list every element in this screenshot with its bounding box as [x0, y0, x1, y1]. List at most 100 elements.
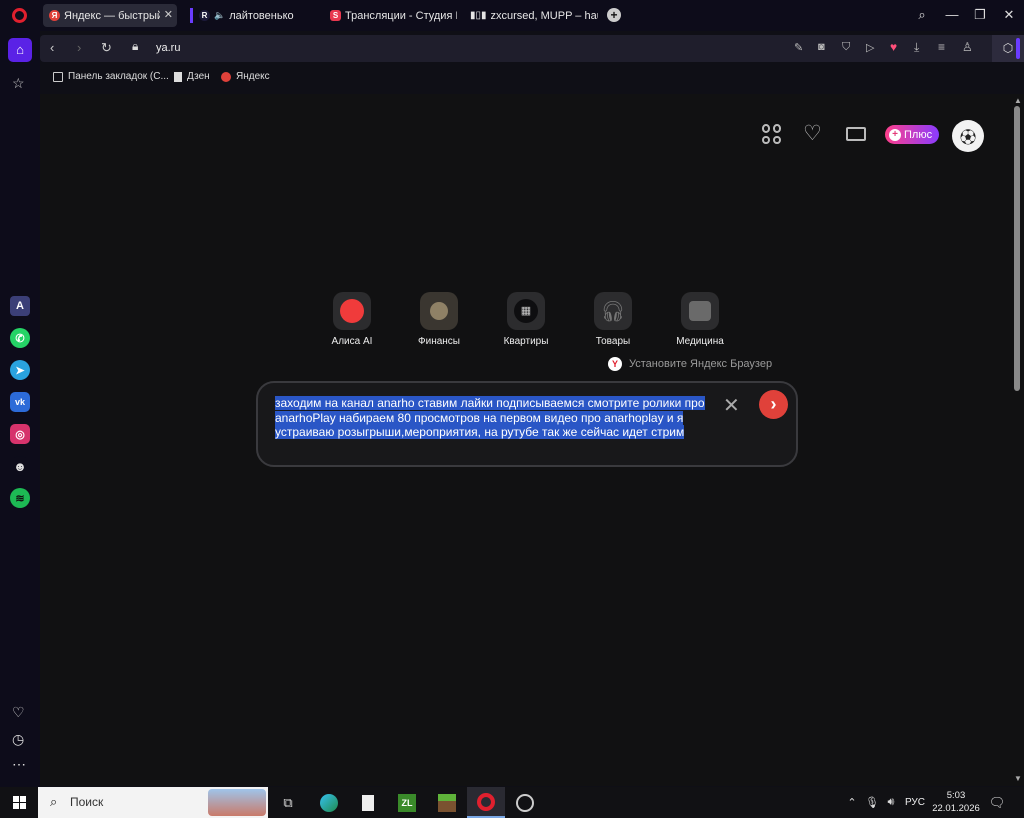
search-tabs-icon[interactable]: ⌕	[912, 6, 932, 24]
restore-icon[interactable]: ❐	[970, 6, 990, 24]
page-icon	[174, 71, 182, 82]
instagram-icon[interactable]: ◎	[10, 424, 30, 444]
tab-title: zxcursed, MUPP – hau	[490, 9, 598, 22]
favorites-icon[interactable]: ♡	[12, 704, 25, 721]
lock-icon[interactable]: 🔒︎	[132, 39, 138, 54]
plus-button[interactable]: + Плюс	[885, 125, 939, 144]
close-icon[interactable]: ✕	[164, 8, 173, 21]
notifications-icon[interactable]: 🗨︎	[988, 791, 1006, 814]
discord-icon[interactable]: ☻	[10, 456, 30, 476]
play-icon[interactable]: ▷	[866, 41, 874, 54]
clear-icon[interactable]: ✕	[723, 393, 740, 418]
search-input[interactable]: заходим на канал anarho ставим лайки под…	[275, 396, 705, 440]
history-icon[interactable]: ◷	[12, 731, 24, 748]
favorites-heart-icon[interactable]: ♡	[803, 121, 822, 146]
service-finance[interactable]: Финансы	[404, 292, 474, 347]
install-browser-link[interactable]: Y Установите Яндекс Браузер	[608, 357, 772, 371]
new-tab-button[interactable]: +	[607, 8, 621, 22]
yandex-icon	[221, 71, 231, 82]
mail-icon[interactable]	[846, 127, 866, 141]
shield-icon[interactable]: ⛉	[842, 41, 850, 54]
chevron-up-icon[interactable]: ⌃	[845, 791, 859, 814]
bookmark-panel[interactable]: Панель закладок (С...	[53, 71, 169, 82]
service-alisa[interactable]: Алиса AI	[317, 292, 387, 347]
telegram-icon[interactable]: ➤	[10, 360, 30, 380]
building-icon: ▦	[507, 292, 545, 330]
url-field[interactable]: ya.ru	[156, 42, 180, 54]
back-icon[interactable]: ‹	[50, 40, 54, 55]
taskbar-search-placeholder: Поиск	[70, 795, 104, 809]
finance-icon	[420, 292, 458, 330]
vk-icon[interactable]: vk	[10, 392, 30, 412]
minimize-icon[interactable]: —	[942, 6, 962, 24]
task-view-icon[interactable]: ⧉	[278, 791, 298, 814]
zl-launcher-icon[interactable]: ZL	[396, 791, 418, 814]
heart-icon[interactable]: ♥	[890, 40, 897, 54]
tab-studio-rutube[interactable]: S Трансляции - Студия RUTUBE	[324, 4, 458, 27]
bookmark-yandex[interactable]: Яндекс	[221, 71, 270, 82]
bookmark-label: Яндекс	[236, 71, 270, 82]
studio-favicon-icon: S	[330, 10, 341, 21]
reload-icon[interactable]: ↻	[101, 40, 112, 56]
edit-icon[interactable]: ✎	[794, 41, 803, 54]
whatsapp-icon[interactable]: ✆	[10, 328, 30, 348]
bookmark-dzen[interactable]: Дзен	[174, 71, 210, 82]
service-apartments[interactable]: ▦ Квартиры	[491, 292, 561, 347]
scroll-thumb[interactable]	[1014, 106, 1020, 391]
address-bar: ‹ › ↻ 🔒︎ ya.ru ✎ ◙ ⛉ ▷ ♥ ⤓ ≡ ♙ ⬡	[40, 35, 1024, 62]
search-box[interactable]: заходим на канал anarho ставим лайки под…	[256, 381, 798, 467]
windows-start-icon[interactable]	[8, 791, 30, 814]
clock[interactable]: 5:03 22.01.2026	[932, 789, 980, 815]
scrollbar[interactable]: ▲ ▼	[1011, 94, 1024, 786]
tab-bar: Я Яндекс — быстрый п ✕ R 🔈 лайтовенько S…	[0, 0, 1024, 31]
alisa-icon	[333, 292, 371, 330]
accent-strip	[1016, 38, 1020, 59]
avatar[interactable]: ⚽︎	[952, 120, 984, 152]
profile-icon[interactable]: ♙	[962, 40, 973, 54]
close-window-icon[interactable]: ✕	[999, 6, 1019, 24]
service-goods[interactable]: 🎧︎ Товары	[578, 292, 648, 347]
snapshot-icon[interactable]: ◙	[818, 41, 825, 53]
edge-icon[interactable]	[318, 791, 340, 814]
service-label: Алиса AI	[331, 336, 373, 347]
install-browser-label: Установите Яндекс Браузер	[629, 358, 773, 370]
tab-laitovenko[interactable]: R 🔈 лайтовенько	[184, 4, 320, 27]
plus-logo-icon: +	[889, 128, 901, 141]
service-medicine[interactable]: Медицина	[665, 292, 735, 347]
forward-icon[interactable]: ›	[77, 40, 81, 55]
download-icon[interactable]: ⤓	[914, 40, 919, 55]
microphone-icon[interactable]: 🎙︎	[865, 791, 879, 814]
obs-icon[interactable]	[514, 791, 536, 814]
search-query-text: заходим на канал anarho ставим лайки под…	[275, 396, 705, 439]
volume-icon[interactable]: 🔊︎	[883, 791, 899, 814]
tab-zxcursed[interactable]: ▮▯▮ zxcursed, MUPP – hau	[464, 4, 598, 27]
file-icon[interactable]	[358, 791, 378, 814]
service-label: Квартиры	[503, 336, 549, 347]
more-icon[interactable]: ⋯	[12, 756, 26, 773]
aria-icon[interactable]: A	[10, 296, 30, 316]
language-indicator[interactable]: РУС	[903, 791, 927, 814]
minecraft-icon[interactable]	[436, 791, 458, 814]
speaker-icon: 🔈	[214, 10, 226, 20]
taskbar-search[interactable]: ⌕ Поиск	[38, 787, 268, 818]
tab-yandex[interactable]: Я Яндекс — быстрый п ✕	[43, 4, 177, 27]
bookmark-label: Панель закладок (С...	[68, 71, 169, 82]
search-icon: ⌕	[50, 794, 58, 809]
home-icon[interactable]: ⌂	[8, 38, 32, 62]
menu-icon[interactable]: ≡	[938, 40, 945, 54]
tab-title: Трансляции - Студия RUTUBE	[345, 9, 457, 22]
opera-taskbar-icon[interactable]	[467, 787, 505, 818]
bookmark-label: Дзен	[187, 71, 210, 82]
windows-taskbar: ⌕ Поиск ⧉ ZL ⌃ 🎙︎ 🔊︎ РУС 5:03 22.01.2026…	[0, 787, 1024, 818]
scroll-down-icon[interactable]: ▼	[1014, 774, 1022, 783]
search-submit-button[interactable]: ›	[759, 390, 788, 419]
services-grid-icon[interactable]	[762, 124, 782, 144]
folder-icon	[53, 71, 63, 82]
scroll-up-icon[interactable]: ▲	[1014, 96, 1022, 105]
spotify-icon[interactable]: ≋	[10, 488, 30, 508]
tab-title: лайтовенько	[229, 9, 294, 22]
pinboard-icon[interactable]: ☆	[12, 75, 25, 92]
opera-sidebar: ⌂ ☆ A ✆ ➤ vk ◎ ☻ ≋ ♡ ◷ ⋯	[0, 31, 40, 787]
plus-label: Плюс	[904, 128, 933, 141]
opera-logo-icon[interactable]	[12, 8, 27, 23]
